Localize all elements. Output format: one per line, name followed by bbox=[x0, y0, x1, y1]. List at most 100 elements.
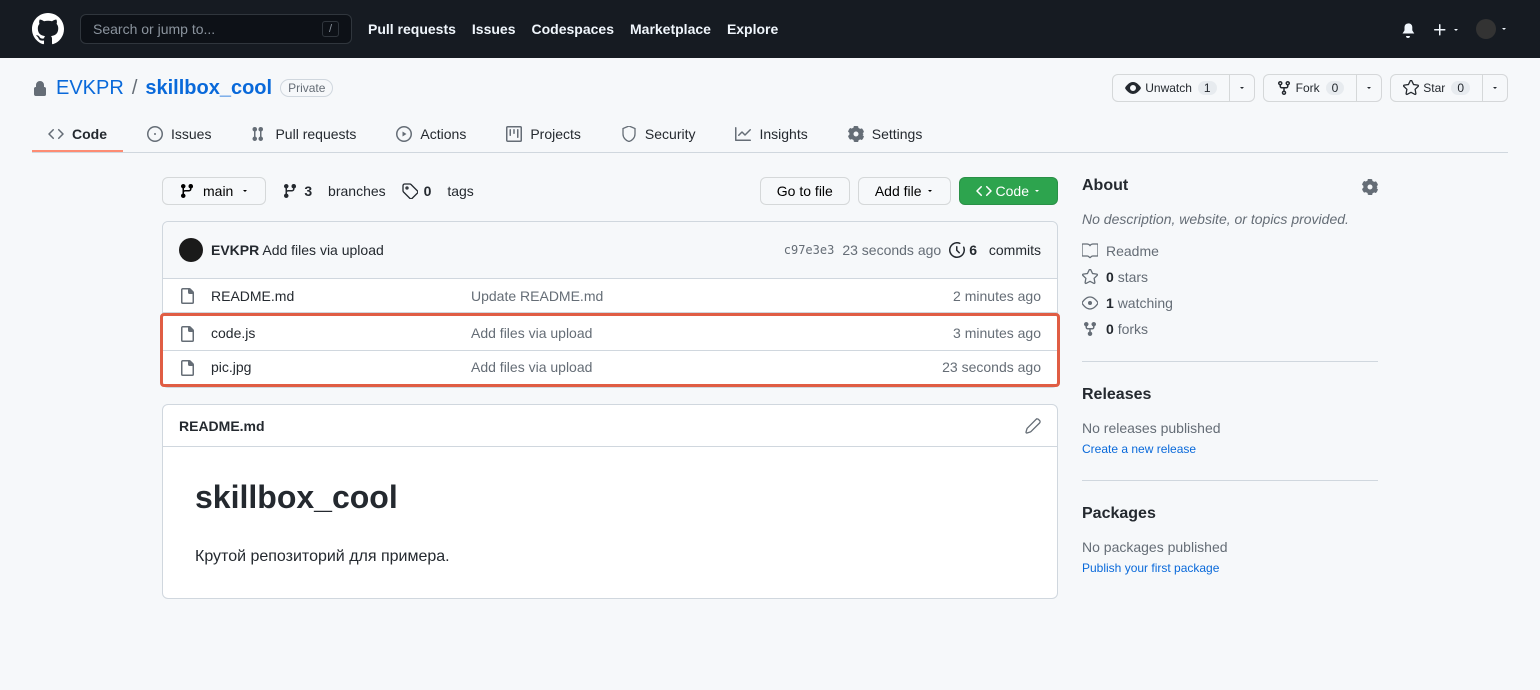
global-header: / Pull requests Issues Codespaces Market… bbox=[0, 0, 1540, 58]
commit-author[interactable]: EVKPR bbox=[211, 242, 259, 258]
repo-owner-link[interactable]: EVKPR bbox=[56, 77, 124, 100]
caret-down-icon bbox=[1365, 84, 1373, 92]
tab-issues[interactable]: Issues bbox=[131, 118, 227, 152]
tab-settings[interactable]: Settings bbox=[832, 118, 939, 152]
about-description: No description, website, or topics provi… bbox=[1082, 211, 1378, 227]
shield-icon bbox=[621, 126, 637, 142]
add-file-button[interactable]: Add file bbox=[858, 177, 951, 205]
bell-icon[interactable] bbox=[1400, 20, 1416, 37]
main-content: main 3 branches 0 tags Go to file Add fi… bbox=[162, 177, 1058, 623]
gear-icon[interactable] bbox=[1362, 177, 1378, 194]
tab-pulls[interactable]: Pull requests bbox=[235, 118, 372, 152]
slash-hint: / bbox=[322, 21, 339, 37]
watch-button[interactable]: Unwatch 1 bbox=[1112, 74, 1229, 102]
highlight-annotation: code.js Add files via upload 3 minutes a… bbox=[160, 313, 1060, 387]
tab-security[interactable]: Security bbox=[605, 118, 712, 152]
branches-link[interactable]: 3 branches bbox=[282, 183, 385, 199]
fork-dropdown[interactable] bbox=[1357, 74, 1382, 102]
nav-codespaces[interactable]: Codespaces bbox=[532, 21, 614, 37]
play-icon bbox=[396, 126, 412, 142]
nav-pulls[interactable]: Pull requests bbox=[368, 21, 456, 37]
forks-link[interactable]: 0 forks bbox=[1082, 321, 1378, 337]
latest-commit-bar: EVKPR Add files via upload c97e3e3 23 se… bbox=[163, 222, 1057, 279]
pencil-icon[interactable] bbox=[1025, 417, 1041, 434]
file-row: pic.jpg Add files via upload 23 seconds … bbox=[163, 351, 1057, 384]
packages-title: Packages bbox=[1082, 505, 1378, 523]
history-icon bbox=[949, 242, 965, 258]
star-button[interactable]: Star 0 bbox=[1390, 74, 1483, 102]
file-icon bbox=[179, 359, 195, 376]
repo-name-link[interactable]: skillbox_cool bbox=[145, 77, 272, 100]
watching-link[interactable]: 1 watching bbox=[1082, 295, 1378, 311]
releases-none: No releases published bbox=[1082, 420, 1378, 436]
tab-projects[interactable]: Projects bbox=[490, 118, 597, 152]
create-release-link[interactable]: Create a new release bbox=[1082, 442, 1196, 456]
lock-icon bbox=[32, 79, 48, 96]
star-icon bbox=[1403, 80, 1419, 96]
user-avatar[interactable] bbox=[1476, 19, 1508, 39]
gear-icon bbox=[848, 126, 864, 142]
goto-file-button[interactable]: Go to file bbox=[760, 177, 850, 205]
about-title: About bbox=[1082, 177, 1128, 195]
caret-down-icon bbox=[1033, 187, 1041, 195]
file-time: 3 minutes ago bbox=[953, 325, 1041, 341]
file-commit-msg[interactable]: Add files via upload bbox=[471, 359, 942, 375]
tag-icon bbox=[402, 183, 418, 199]
eye-icon bbox=[1125, 80, 1141, 96]
tab-actions[interactable]: Actions bbox=[380, 118, 482, 152]
tags-link[interactable]: 0 tags bbox=[402, 183, 474, 199]
code-button[interactable]: Code bbox=[959, 177, 1058, 205]
caret-down-icon bbox=[926, 187, 934, 195]
file-name-link[interactable]: README.md bbox=[211, 288, 294, 304]
file-icon bbox=[179, 287, 195, 304]
caret-down-icon bbox=[241, 187, 249, 195]
file-commit-msg[interactable]: Add files via upload bbox=[471, 325, 953, 341]
publish-package-link[interactable]: Publish your first package bbox=[1082, 561, 1219, 575]
search-input[interactable] bbox=[93, 21, 314, 37]
file-commit-msg[interactable]: Update README.md bbox=[471, 288, 953, 304]
issue-icon bbox=[147, 126, 163, 142]
file-box: EVKPR Add files via upload c97e3e3 23 se… bbox=[162, 221, 1058, 388]
pull-icon bbox=[251, 126, 267, 142]
separator: / bbox=[132, 77, 138, 100]
code-icon bbox=[976, 183, 992, 199]
stars-link[interactable]: 0 stars bbox=[1082, 269, 1378, 285]
tab-insights[interactable]: Insights bbox=[719, 118, 823, 152]
branch-icon bbox=[282, 183, 298, 199]
readme-filename[interactable]: README.md bbox=[179, 418, 265, 434]
file-time: 23 seconds ago bbox=[942, 359, 1041, 375]
watch-dropdown[interactable] bbox=[1230, 74, 1255, 102]
branch-selector[interactable]: main bbox=[162, 177, 266, 205]
readme-box: README.md skillbox_cool Крутой репозитор… bbox=[162, 404, 1058, 599]
file-name-link[interactable]: code.js bbox=[211, 325, 255, 341]
commits-link[interactable]: 6 commits bbox=[949, 242, 1041, 258]
fork-icon bbox=[1082, 321, 1098, 337]
nav-explore[interactable]: Explore bbox=[727, 21, 778, 37]
code-icon bbox=[48, 126, 64, 142]
nav-marketplace[interactable]: Marketplace bbox=[630, 21, 711, 37]
commit-avatar[interactable] bbox=[179, 238, 203, 262]
repo-title: EVKPR / skillbox_cool Private Unwatch 1 … bbox=[32, 74, 1508, 102]
file-name-link[interactable]: pic.jpg bbox=[211, 359, 251, 375]
fork-icon bbox=[1276, 80, 1292, 96]
readme-link[interactable]: Readme bbox=[1082, 243, 1378, 259]
github-logo[interactable] bbox=[32, 13, 64, 45]
caret-down-icon bbox=[1238, 84, 1246, 92]
branch-icon bbox=[179, 183, 195, 199]
nav-issues[interactable]: Issues bbox=[472, 21, 516, 37]
plus-icon[interactable] bbox=[1432, 20, 1460, 37]
eye-icon bbox=[1082, 295, 1098, 311]
commit-sha[interactable]: c97e3e3 bbox=[784, 243, 835, 257]
commit-message[interactable]: Add files via upload bbox=[262, 242, 383, 258]
file-row: code.js Add files via upload 3 minutes a… bbox=[163, 316, 1057, 350]
tab-code[interactable]: Code bbox=[32, 118, 123, 152]
star-dropdown[interactable] bbox=[1483, 74, 1508, 102]
fork-button[interactable]: Fork 0 bbox=[1263, 74, 1358, 102]
file-navigation: main 3 branches 0 tags Go to file Add fi… bbox=[162, 177, 1058, 205]
repo-actions: Unwatch 1 Fork 0 Star 0 bbox=[1112, 74, 1508, 102]
repo-tabs: Code Issues Pull requests Actions Projec… bbox=[32, 118, 1508, 153]
readme-title: skillbox_cool bbox=[195, 479, 1025, 524]
search-box[interactable]: / bbox=[80, 14, 352, 44]
releases-title: Releases bbox=[1082, 386, 1378, 404]
readme-body-text: Крутой репозиторий для примера. bbox=[195, 548, 1025, 566]
